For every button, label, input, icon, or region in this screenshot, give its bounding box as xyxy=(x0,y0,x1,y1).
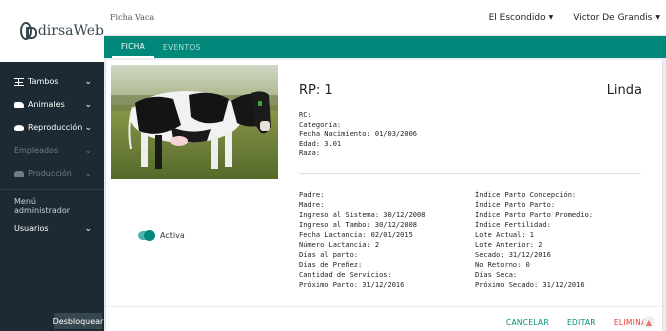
toggle-switch[interactable] xyxy=(138,230,155,241)
status-toggle[interactable]: Activa xyxy=(138,230,185,241)
detail-line: No Retorno: 0 xyxy=(475,261,530,269)
table-icon xyxy=(14,77,24,86)
chevron-down-icon: ⌄ xyxy=(84,76,92,87)
sidebar-divider xyxy=(0,189,104,190)
sidebar-item-label: Animales xyxy=(28,100,65,109)
details-left-column: Padre: Madre: Ingreso al Sistema: 30/12/… xyxy=(299,190,425,290)
caret-down-icon: ▼ xyxy=(655,14,660,21)
sidebar-item-label: Empleados xyxy=(14,146,59,155)
animal-card: Activa RP: 1 Linda RC: Categoría: Fecha … xyxy=(106,60,662,331)
edit-button[interactable]: EDITAR xyxy=(567,318,596,327)
chevron-down-icon: ⌄ xyxy=(84,223,92,234)
detail-line: Cantidad de Servicios: xyxy=(299,271,392,279)
section-divider xyxy=(299,173,641,174)
reproduction-icon xyxy=(14,124,24,131)
sidebar-item-empleados[interactable]: Empleados ⌄ xyxy=(0,139,104,162)
arrow-up-icon: ▲ xyxy=(645,317,653,327)
tab-ficha[interactable]: FICHA xyxy=(112,36,155,58)
info-line: Fecha Nacimiento: 01/03/2006 xyxy=(299,130,418,138)
info-line: Categoría: xyxy=(299,120,342,129)
brand-icon xyxy=(20,22,37,40)
detail-line: Días Seca: xyxy=(475,271,518,279)
user-dropdown[interactable]: Victor De Grandis ▼ xyxy=(573,13,660,23)
sidebar-item-label: Reproducción xyxy=(28,123,83,132)
detail-line: Ingreso al Tambo: 30/12/2008 xyxy=(299,221,418,229)
detail-line: Madre: xyxy=(299,201,325,209)
caret-down-icon: ▼ xyxy=(548,14,554,21)
sidebar-item-produccion[interactable]: Producción ⌄ xyxy=(0,162,104,185)
chevron-down-icon: ⌄ xyxy=(84,122,92,133)
info-line: Raza: xyxy=(299,149,321,157)
sidebar-item-tambos[interactable]: Tambos ⌄ xyxy=(0,70,104,93)
detail-line: Índice Fertilidad: xyxy=(475,221,551,229)
detail-line: Secado: 31/12/2016 xyxy=(475,251,551,259)
animal-basic-info: RC: Categoría: Fecha Nacimiento: 01/03/2… xyxy=(299,111,417,159)
info-line: Edad: 3.01 xyxy=(299,139,342,148)
sidebar: dirsaWeb Tambos ⌄ Animales ⌄ Reproducció… xyxy=(0,0,104,331)
card-footer-divider xyxy=(106,306,662,307)
detail-line: Número Lactancia: 2 xyxy=(299,241,380,249)
tab-eventos[interactable]: EVENTOS xyxy=(154,36,210,58)
production-icon xyxy=(14,170,24,177)
cancel-button[interactable]: CANCELAR xyxy=(506,318,549,327)
sidebar-item-animales[interactable]: Animales ⌄ xyxy=(0,93,104,116)
brand-logo[interactable]: dirsaWeb xyxy=(0,0,104,62)
admin-menu-heading: Menú administrador xyxy=(14,196,71,215)
establishment-dropdown[interactable]: El Escondido ▼ xyxy=(489,13,554,23)
detail-line: Días de Preñez: xyxy=(299,261,363,269)
status-label: Activa xyxy=(160,231,185,240)
sidebar-item-label: Producción xyxy=(28,169,72,178)
top-bar: Ficha Vaca El Escondido ▼ Victor De Gran… xyxy=(104,0,666,36)
chevron-down-icon: ⌄ xyxy=(84,99,92,110)
detail-line: Fecha Lactancia: 02/01/2015 xyxy=(299,231,413,239)
animal-name: Linda xyxy=(606,83,642,98)
brand-name: dirsaWeb xyxy=(37,23,104,39)
detail-line: Índice Parto Parto Promedio: xyxy=(475,211,594,219)
card-actions: CANCELAR EDITAR ELIMINAR xyxy=(506,318,652,327)
animal-rp: RP: 1 xyxy=(299,83,333,98)
detail-line: Próximo Parto: 31/12/2016 xyxy=(299,281,405,289)
sidebar-item-reproduccion[interactable]: Reproducción ⌄ xyxy=(0,116,104,139)
detail-line: Índice Parto Parto: xyxy=(475,201,556,209)
detail-line: Lote Anterior: 2 xyxy=(475,241,543,249)
detail-line: Índice Parto Concepción: xyxy=(475,191,577,199)
tab-bar: FICHA EVENTOS xyxy=(104,36,666,58)
sidebar-item-usuarios[interactable]: Usuarios ⌄ xyxy=(0,217,104,240)
page-title: Ficha Vaca xyxy=(110,13,155,22)
cow-icon xyxy=(14,101,24,108)
animal-photo xyxy=(111,65,278,179)
chevron-down-icon: ⌄ xyxy=(84,145,92,156)
sidebar-item-label: Usuarios xyxy=(14,224,49,233)
unlock-button[interactable]: Desbloquear xyxy=(53,313,103,329)
detail-line: Próximo Secado: 31/12/2016 xyxy=(475,281,585,289)
detail-line: Ingreso al Sistema: 30/12/2008 xyxy=(299,211,426,219)
info-line: RC: xyxy=(299,111,312,119)
details-right-column: Índice Parto Concepción: Índice Parto Pa… xyxy=(475,190,593,290)
detail-line: Días al parto: xyxy=(299,251,359,259)
scroll-top-button[interactable]: ▲ xyxy=(643,316,655,328)
detail-line: Lote Actual: 1 xyxy=(475,231,535,239)
detail-line: Padre: xyxy=(299,191,325,199)
chevron-down-icon: ⌄ xyxy=(84,168,92,179)
sidebar-item-label: Tambos xyxy=(28,77,59,86)
